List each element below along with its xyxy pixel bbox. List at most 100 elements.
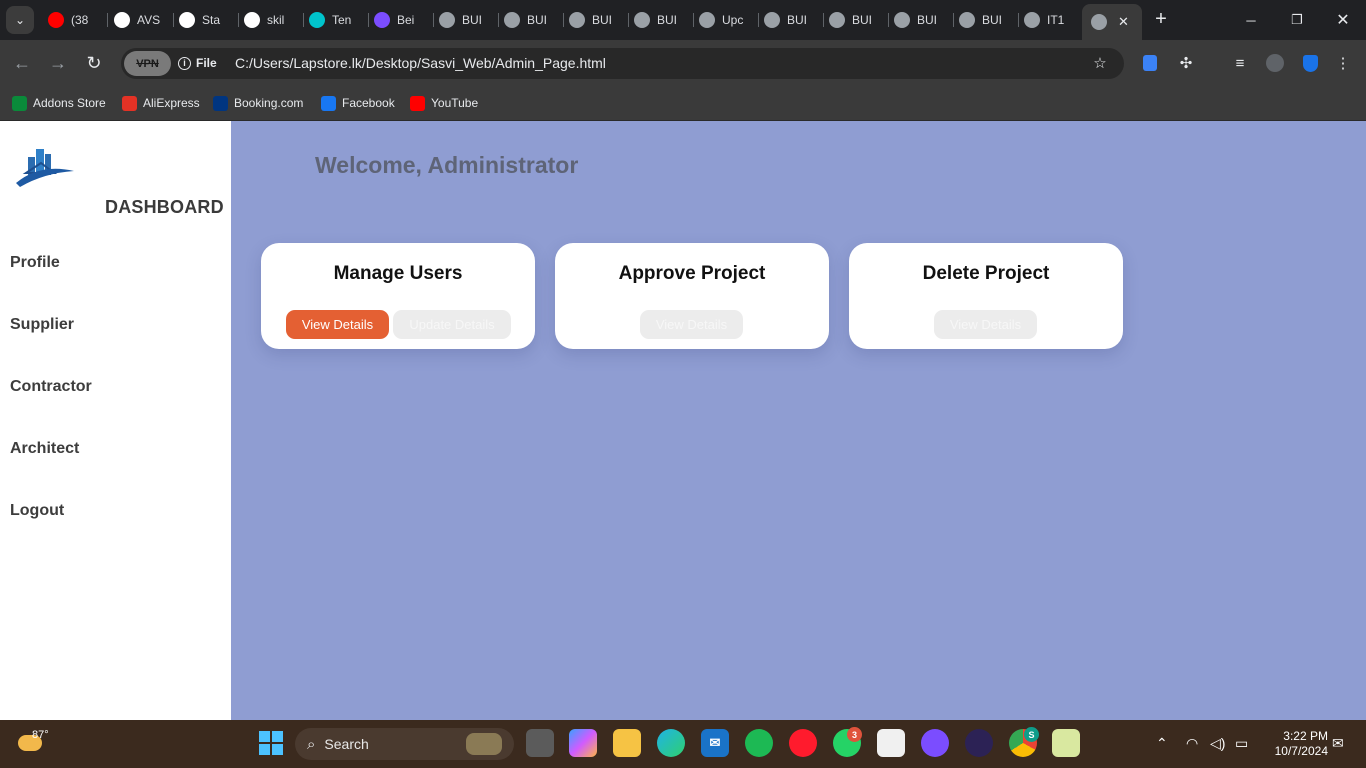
minimize-button[interactable]: ─	[1228, 0, 1274, 40]
task-view-icon[interactable]	[526, 729, 554, 757]
eclipse-icon[interactable]	[965, 729, 993, 757]
browser-tab[interactable]: IT1	[1024, 4, 1084, 36]
browser-tab[interactable]: Ten	[309, 4, 369, 36]
browser-tab[interactable]: BUI	[504, 4, 564, 36]
browser-tab[interactable]: BUI	[439, 4, 499, 36]
menu-kebab-icon[interactable]: ⋮	[1332, 52, 1354, 74]
tab-separator	[823, 13, 824, 27]
sidebar-item-supplier[interactable]: Supplier	[10, 316, 74, 334]
tab-label: BUI	[917, 13, 938, 27]
sidebar-item-profile[interactable]: Profile	[10, 254, 60, 272]
snipping-tool-icon[interactable]	[877, 729, 905, 757]
spotify-icon[interactable]	[745, 729, 773, 757]
site-info-chip[interactable]: i File	[178, 52, 217, 74]
opera-icon[interactable]	[789, 729, 817, 757]
browser-tab[interactable]: Upc	[699, 4, 759, 36]
bookmark-item[interactable]: YouTube	[410, 94, 478, 112]
browser-tab[interactable]: Bei	[374, 4, 434, 36]
browser-tab[interactable]: BUI	[959, 4, 1019, 36]
globe-icon	[439, 12, 455, 28]
notepad-icon[interactable]	[1052, 729, 1080, 757]
tab-separator	[693, 13, 694, 27]
browser-tab[interactable]: BUI	[894, 4, 954, 36]
tab-label: BUI	[657, 13, 678, 27]
view-details-button[interactable]: View Details	[286, 310, 389, 339]
browser-tab[interactable]: AVS	[114, 4, 174, 36]
addons-store-icon	[12, 95, 27, 111]
vpn-app-icon[interactable]	[921, 729, 949, 757]
facebook-icon	[321, 95, 336, 111]
bookmark-item[interactable]: Booking.com	[213, 94, 303, 112]
search-placeholder: Search	[324, 736, 369, 752]
tab-label: AVS	[137, 13, 161, 27]
restore-button[interactable]: ❐	[1274, 0, 1320, 40]
reading-list-icon[interactable]: ≡	[1229, 52, 1251, 74]
browser-tab[interactable]: (38	[48, 4, 108, 36]
manage-users-card: Manage Users View Details Update Details	[261, 243, 535, 349]
browser-tab[interactable]: BUI	[634, 4, 694, 36]
browser-tab[interactable]: skil	[244, 4, 304, 36]
wifi-icon[interactable]: ◠	[1186, 735, 1198, 752]
sidebar-item-contractor[interactable]: Contractor	[10, 378, 92, 396]
password-lock-icon[interactable]	[1139, 52, 1161, 74]
tab-separator	[628, 13, 629, 27]
admin-page: DASHBOARD Profile Supplier Contractor Ar…	[0, 121, 1366, 720]
clock[interactable]: 3:22 PM 10/7/2024	[1262, 729, 1328, 759]
vpn-button[interactable]: VPN	[124, 51, 171, 76]
file-explorer-icon[interactable]	[613, 729, 641, 757]
youtube-icon	[48, 12, 64, 28]
bookmark-star-icon[interactable]: ☆	[1089, 52, 1111, 74]
sidebar-item-architect[interactable]: Architect	[10, 440, 79, 458]
tab-label: BUI	[527, 13, 548, 27]
bookmark-label: YouTube	[431, 96, 479, 110]
canva-icon	[309, 12, 325, 28]
tab-separator	[758, 13, 759, 27]
browser-tab[interactable]: BUI	[829, 4, 889, 36]
bookmark-item[interactable]: AliExpress	[122, 94, 200, 112]
tab-search-button[interactable]: ⌄	[6, 6, 34, 34]
tab-separator	[107, 13, 108, 27]
back-button[interactable]: ←	[10, 51, 34, 75]
windows-start-icon[interactable]	[257, 729, 285, 757]
bookmark-item[interactable]: Facebook	[321, 94, 395, 112]
browser-tab[interactable]: BUI	[569, 4, 629, 36]
copilot-icon[interactable]	[569, 729, 597, 757]
close-window-button[interactable]: ✕	[1320, 0, 1366, 40]
forward-button[interactable]: →	[46, 51, 70, 75]
globe-icon	[699, 12, 715, 28]
profile-icon[interactable]	[1264, 52, 1286, 74]
update-details-button[interactable]: Update Details	[393, 310, 511, 339]
sidebar-item-logout[interactable]: Logout	[10, 502, 64, 520]
new-tab-button[interactable]: +	[1150, 8, 1172, 30]
globe-icon	[764, 12, 780, 28]
browser-tab[interactable]: BUI	[764, 4, 824, 36]
tray-chevron-up-icon[interactable]: ⌃	[1156, 735, 1168, 752]
view-details-button[interactable]: View Details	[934, 310, 1037, 339]
search-doc-icon	[179, 12, 195, 28]
view-details-button[interactable]: View Details	[640, 310, 743, 339]
tab-separator	[238, 13, 239, 27]
browser-tab[interactable]: Sta	[179, 4, 239, 36]
vpn-label: VPN	[136, 57, 159, 70]
company-logo-icon	[16, 149, 74, 187]
tab-label: Ten	[332, 13, 352, 27]
bookmarks-bar: Addons Store AliExpress Booking.com Faceboo…	[0, 86, 1366, 121]
browser-tab-active[interactable]: ✕	[1082, 4, 1142, 40]
mail-icon[interactable]: ✉	[701, 729, 729, 757]
url-text[interactable]: C:/Users/Lapstore.lk/Desktop/Sasvi_Web/A…	[235, 55, 606, 71]
reload-button[interactable]: ↻	[82, 51, 106, 75]
notifications-icon[interactable]: ✉	[1332, 735, 1344, 752]
globe-icon	[829, 12, 845, 28]
close-tab-icon[interactable]: ✕	[1118, 14, 1129, 30]
extensions-puzzle-icon[interactable]: ✣	[1175, 52, 1197, 74]
edge-icon[interactable]	[657, 729, 685, 757]
bookmark-item[interactable]: Addons Store	[12, 94, 106, 112]
taskbar-search[interactable]: ⌕ Search	[295, 728, 514, 760]
tab-label: (38	[71, 13, 89, 27]
battery-icon[interactable]: ▭	[1235, 735, 1248, 752]
weather-widget[interactable]: 87°	[18, 729, 49, 751]
approve-project-card: Approve Project View Details	[555, 243, 829, 349]
shield-check-icon[interactable]	[1299, 52, 1321, 74]
volume-icon[interactable]: ◁)	[1210, 735, 1225, 752]
tab-label: BUI	[787, 13, 808, 27]
